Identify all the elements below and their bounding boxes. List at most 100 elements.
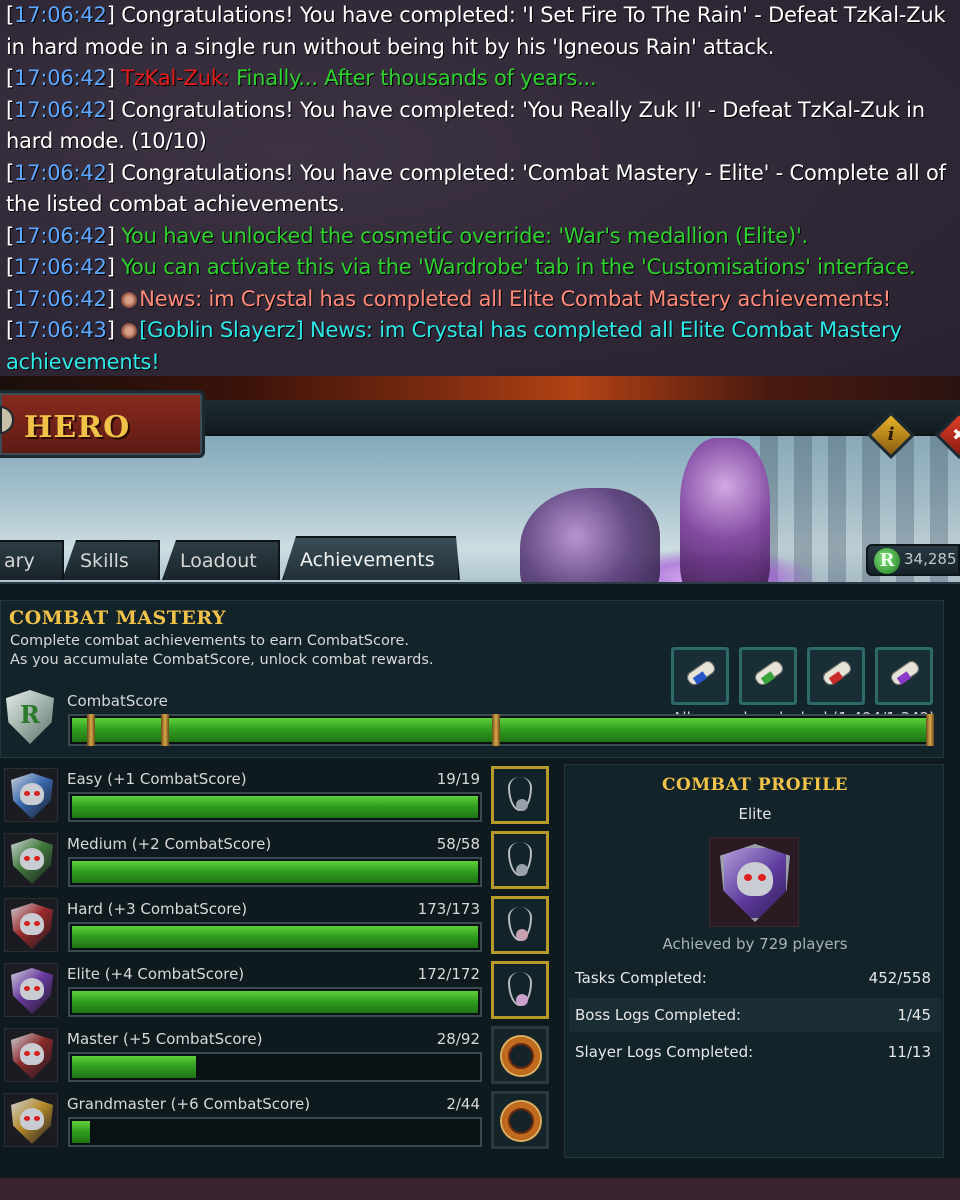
- chat-line: [17:06:42] You can activate this via the…: [6, 255, 916, 279]
- medallion-icon: [508, 777, 532, 811]
- tier-progress-fill: [72, 796, 478, 818]
- tier-emblem-icon: [4, 1028, 58, 1082]
- window-title: HERO: [24, 410, 131, 445]
- ring-icon: [502, 1102, 540, 1140]
- chat-line: [17:06:42] News: im Crystal has complete…: [6, 286, 891, 311]
- tab-achievements[interactable]: Achievements: [282, 536, 460, 580]
- tier-label: Medium (+2 CombatScore): [67, 835, 272, 853]
- tier-count: 19/19: [436, 770, 480, 788]
- tier-reward-slot[interactable]: [491, 766, 549, 824]
- chat-message: You have unlocked the cosmetic override:…: [121, 223, 809, 248]
- tier-row: Medium (+2 CombatScore) 58/58: [0, 829, 554, 891]
- reward-scroll-slot[interactable]: [875, 647, 933, 705]
- reward-scroll-slot[interactable]: [739, 647, 797, 705]
- medallion-icon: [508, 842, 532, 876]
- chat-message: TzKal-Zuk:: [121, 66, 230, 90]
- profile-stat-row: Slayer Logs Completed: 11/13: [569, 1035, 941, 1069]
- tier-progress-bar: [68, 1117, 482, 1147]
- tier-count: 58/58: [436, 835, 480, 853]
- combatscore-progress-bar: [68, 714, 934, 746]
- chat-timestamp: 17:06:42: [14, 66, 107, 90]
- tier-reward-slot[interactable]: [491, 896, 549, 954]
- tier-progress-bar: [68, 1052, 482, 1082]
- chat-timestamp: 17:06:42: [14, 255, 107, 279]
- news-icon: [121, 291, 138, 308]
- chat-timestamp: 17:06:43: [14, 318, 107, 342]
- chat-line: [17:06:42] Congratulations! You have com…: [6, 3, 946, 59]
- chat-line: [17:06:42] Congratulations! You have com…: [6, 160, 946, 217]
- tier-label: Grandmaster (+6 CombatScore): [67, 1095, 311, 1113]
- tier-emblem-icon: [4, 1093, 58, 1147]
- chat-message: Finally... After thousands of years...: [229, 66, 597, 90]
- tier-row: Hard (+3 CombatScore) 173/173: [0, 894, 554, 956]
- tier-progress-bar: [68, 987, 482, 1017]
- profile-title: COMBAT PROFILE: [661, 775, 848, 795]
- stat-label: Boss Logs Completed:: [575, 1006, 742, 1024]
- medallion-icon: [508, 907, 532, 941]
- profile-tier: Elite: [738, 805, 772, 823]
- chat-line: [17:06:42] TzKal-Zuk: Finally... After t…: [6, 66, 597, 90]
- stat-label: Slayer Logs Completed:: [575, 1043, 754, 1061]
- reward-scroll-slot[interactable]: [807, 647, 865, 705]
- stat-label: Tasks Completed:: [575, 969, 707, 987]
- chat-message: Congratulations! You have completed: 'Co…: [6, 160, 946, 217]
- reward-threshold-marker: [926, 714, 934, 746]
- chat-message: You can activate this via the 'Wardrobe'…: [121, 255, 916, 279]
- tab-skills[interactable]: Skills: [62, 540, 160, 580]
- tier-reward-slot[interactable]: [491, 961, 549, 1019]
- tier-progress-bar: [68, 922, 482, 952]
- chat-timestamp: 17:06:42: [14, 286, 107, 311]
- chat-log: [17:06:42] Congratulations! You have com…: [0, 0, 960, 376]
- chat-message: Congratulations! You have completed: 'I …: [6, 3, 946, 59]
- mastery-description-1: Complete combat achievements to earn Com…: [10, 633, 410, 649]
- tier-count: 28/92: [436, 1030, 480, 1048]
- chat-line: [17:06:42] You have unlocked the cosmeti…: [6, 223, 809, 248]
- reward-threshold-marker: [87, 714, 95, 746]
- close-icon: ✖: [952, 425, 960, 444]
- chat-timestamp: 17:06:42: [14, 97, 107, 122]
- tier-emblem-icon: [4, 963, 58, 1017]
- stat-value: 1/45: [897, 1006, 931, 1024]
- tier-progress-bar: [68, 792, 482, 822]
- tier-row: Master (+5 CombatScore) 28/92: [0, 1024, 554, 1086]
- tier-label: Master (+5 CombatScore): [67, 1030, 263, 1048]
- elite-emblem-icon: [709, 837, 799, 927]
- news-icon: [121, 323, 138, 339]
- section-title: COMBAT MASTERY: [9, 607, 227, 629]
- runescore-icon: R: [874, 548, 900, 574]
- tier-progress-fill: [72, 926, 478, 948]
- chat-message: Congratulations! You have completed: 'Yo…: [6, 97, 925, 154]
- chat-timestamp: 17:06:42: [14, 223, 107, 248]
- tier-reward-slot[interactable]: [491, 1091, 549, 1149]
- reward-threshold-marker: [161, 714, 169, 746]
- tier-label: Hard (+3 CombatScore): [67, 900, 248, 918]
- tier-label: Easy (+1 CombatScore): [67, 770, 247, 788]
- combat-profile: COMBAT PROFILE Elite Achieved by 729 pla…: [564, 764, 944, 1158]
- tier-count: 172/172: [417, 965, 480, 983]
- stat-value: 11/13: [887, 1043, 931, 1061]
- medallion-icon: [508, 972, 532, 1006]
- profile-stat-row: Boss Logs Completed: 1/45: [569, 998, 941, 1032]
- stat-value: 452/558: [868, 969, 931, 987]
- chat-timestamp: 17:06:42: [14, 3, 107, 27]
- tab-summary[interactable]: ary: [0, 540, 64, 580]
- tier-emblem-icon: [4, 898, 58, 952]
- tier-label: Elite (+4 CombatScore): [67, 965, 245, 983]
- tab-loadout[interactable]: Loadout: [162, 540, 280, 580]
- mastery-description-2: As you accumulate CombatScore, unlock co…: [10, 652, 434, 668]
- tier-reward-slot[interactable]: [491, 1026, 549, 1084]
- reward-threshold-marker: [492, 714, 500, 746]
- ring-icon: [502, 1037, 540, 1075]
- tier-reward-slot[interactable]: [491, 831, 549, 889]
- hero-tabs: ary Skills Loadout Achievements: [0, 536, 960, 582]
- tier-emblem-icon: [4, 833, 58, 887]
- tier-progress-fill: [72, 991, 478, 1013]
- tier-list: Easy (+1 CombatScore) 19/19 Medium (+2 Com…: [0, 764, 554, 1174]
- tier-progress-bar: [68, 857, 482, 887]
- chat-message: News: im Crystal has completed all Elite…: [139, 286, 891, 311]
- tier-progress-fill: [72, 1056, 196, 1078]
- reward-scroll-slot[interactable]: [671, 647, 729, 705]
- chat-line: [17:06:43] [Goblin Slayerz] News: im Cry…: [6, 318, 902, 374]
- combatscore-label: CombatScore: [67, 692, 168, 710]
- tier-progress-fill: [72, 1121, 91, 1143]
